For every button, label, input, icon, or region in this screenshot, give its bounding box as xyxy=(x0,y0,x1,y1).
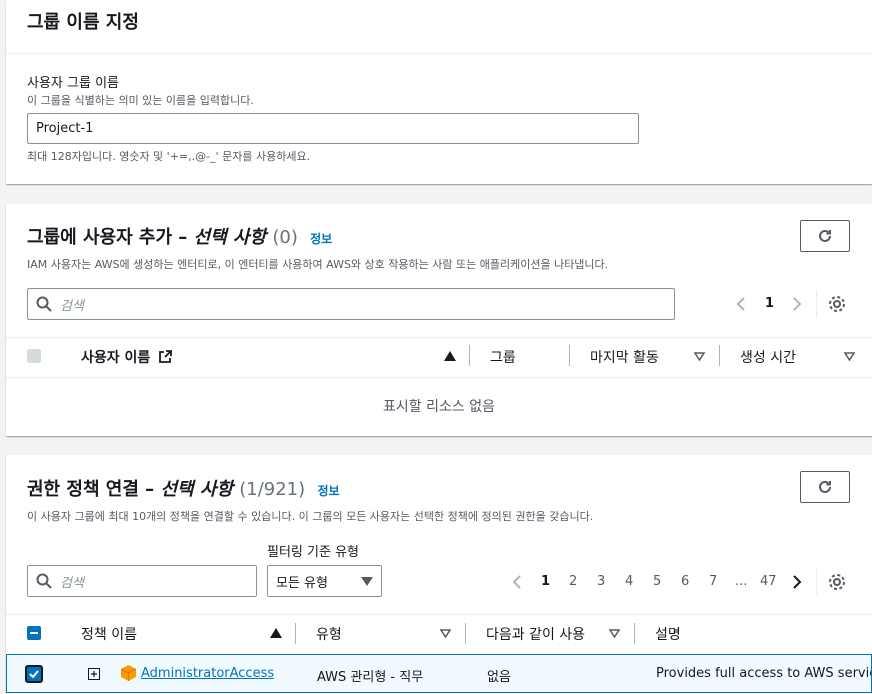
refresh-button[interactable] xyxy=(800,471,850,503)
policy-count: (1/921) xyxy=(239,479,306,500)
info-link[interactable]: 정보 xyxy=(317,484,339,498)
prev-page-icon[interactable] xyxy=(735,296,747,312)
policy-used-as: 없음 xyxy=(487,670,511,685)
page-2[interactable]: 2 xyxy=(569,574,577,589)
search-placeholder: 검색 xyxy=(60,298,84,314)
column-group[interactable]: 그룹 xyxy=(490,347,516,367)
add-users-panel: 그룹에 사용자 추가 – 선택 사항 (0) 정보 IAM 사용자는 AWS에 … xyxy=(6,204,872,436)
title-main: 권한 정책 연결 – xyxy=(27,479,161,500)
caret-down-icon xyxy=(361,576,373,586)
section-title-policies: 권한 정책 연결 – 선택 사항 (1/921) 정보 xyxy=(27,475,340,501)
user-count: (0) xyxy=(272,227,298,248)
policy-name-link[interactable]: AdministratorAccess xyxy=(141,666,274,681)
column-username[interactable]: 사용자 이름 xyxy=(81,347,173,367)
column-created[interactable]: 생성 시간 xyxy=(740,347,796,367)
sort-down-icon[interactable] xyxy=(609,629,620,638)
policy-search-input[interactable]: 검색 xyxy=(27,565,257,597)
sort-asc-icon[interactable] xyxy=(444,351,456,361)
aws-managed-policy-icon xyxy=(121,665,136,681)
prev-page-icon[interactable] xyxy=(511,574,523,590)
user-search-input[interactable]: 검색 xyxy=(27,288,675,320)
info-link[interactable]: 정보 xyxy=(310,232,332,246)
title-main: 그룹에 사용자 추가 – xyxy=(27,227,194,248)
search-placeholder: 검색 xyxy=(60,575,84,591)
refresh-icon xyxy=(819,229,831,242)
external-link-icon xyxy=(159,350,173,363)
refresh-button[interactable] xyxy=(800,220,850,252)
empty-state-text: 표시할 리소스 없음 xyxy=(383,399,495,415)
section-title-group-name: 그룹 이름 지정 xyxy=(27,12,139,33)
page-ellipsis: ... xyxy=(735,574,748,589)
policy-description: Provides full access to AWS services and… xyxy=(656,666,871,681)
gear-icon[interactable] xyxy=(828,573,846,591)
filter-type-label: 필터링 기준 유형 xyxy=(267,545,359,560)
next-page-icon[interactable] xyxy=(791,574,803,590)
title-optional: 선택 사항 xyxy=(160,479,233,500)
check-icon xyxy=(29,670,39,678)
page-5[interactable]: 5 xyxy=(653,574,661,589)
column-description[interactable]: 설명 xyxy=(655,624,681,644)
column-last-activity[interactable]: 마지막 활동 xyxy=(590,347,659,367)
filter-type-select[interactable]: 모든 유형 xyxy=(267,565,382,597)
page-7[interactable]: 7 xyxy=(709,574,717,589)
sort-asc-icon[interactable] xyxy=(270,628,282,638)
policies-description: 이 사용자 그룹에 최대 10개의 정책을 연결할 수 있습니다. 이 그룹의 … xyxy=(27,510,594,523)
filter-type-value: 모든 유형 xyxy=(276,575,328,591)
group-name-panel: 그룹 이름 지정 사용자 그룹 이름 이 그룹을 식별하는 의미 있는 이름을 … xyxy=(6,0,872,184)
search-icon xyxy=(36,573,52,589)
attach-policies-panel: 권한 정책 연결 – 선택 사항 (1/921) 정보 이 사용자 그룹에 최대… xyxy=(6,455,872,694)
page-number[interactable]: 1 xyxy=(765,296,774,311)
table-row[interactable]: AdministratorAccess AWS 관리형 - 직무 없음 Prov… xyxy=(6,654,872,693)
column-type[interactable]: 유형 xyxy=(316,624,342,644)
column-used-as[interactable]: 다음과 같이 사용 xyxy=(486,624,585,644)
group-name-input[interactable]: Project-1 xyxy=(27,113,639,144)
sort-down-icon[interactable] xyxy=(844,352,855,361)
sort-down-icon[interactable] xyxy=(440,629,451,638)
gear-icon[interactable] xyxy=(828,295,846,313)
section-title-add-users: 그룹에 사용자 추가 – 선택 사항 (0) 정보 xyxy=(27,223,332,249)
title-optional: 선택 사항 xyxy=(193,227,267,248)
page-6[interactable]: 6 xyxy=(681,574,689,589)
policy-type: AWS 관리형 - 직무 xyxy=(317,670,424,685)
next-page-icon[interactable] xyxy=(791,296,803,312)
sort-down-icon[interactable] xyxy=(694,352,705,361)
page-4[interactable]: 4 xyxy=(625,574,633,589)
select-all-users-checkbox xyxy=(27,349,41,363)
page-1[interactable]: 1 xyxy=(541,574,550,589)
group-name-constraint: 최대 128자입니다. 영숫자 및 '+=,.@-_' 문자를 사용하세요. xyxy=(27,150,311,163)
group-name-description: 이 그룹을 식별하는 의미 있는 이름을 입력합니다. xyxy=(27,94,254,107)
select-all-policies-checkbox[interactable] xyxy=(27,626,41,640)
search-icon xyxy=(36,296,52,312)
refresh-icon xyxy=(819,480,831,493)
add-users-description: IAM 사용자는 AWS에 생성하는 엔터티로, 이 엔터티를 사용하여 AWS… xyxy=(27,258,609,271)
page-3[interactable]: 3 xyxy=(597,574,605,589)
row-checkbox[interactable] xyxy=(25,665,43,683)
expand-icon[interactable] xyxy=(88,668,100,680)
column-policy-name[interactable]: 정책 이름 xyxy=(81,624,137,644)
page-47[interactable]: 47 xyxy=(760,574,777,589)
group-name-label: 사용자 그룹 이름 xyxy=(27,76,119,91)
